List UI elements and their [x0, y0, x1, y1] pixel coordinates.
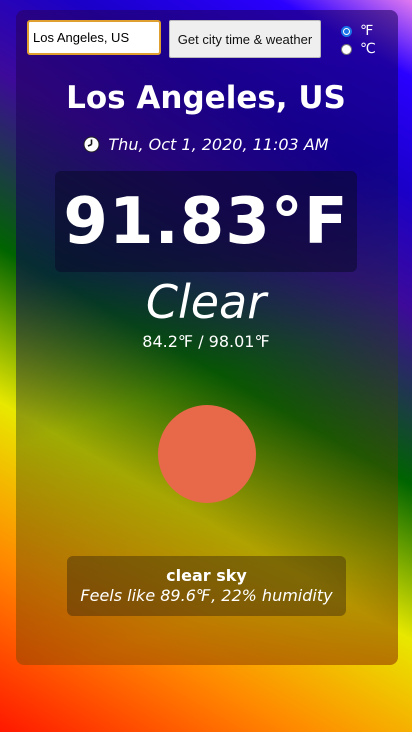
temperature-range: 84.2℉ / 98.01℉: [142, 332, 270, 351]
temperature-display: 91.83°F: [55, 171, 357, 272]
fahrenheit-label: ℉: [360, 23, 374, 39]
get-weather-button[interactable]: Get city time & weather: [169, 20, 321, 58]
unit-selector: ℉ ℃: [341, 22, 376, 58]
city-search-input[interactable]: [27, 20, 161, 55]
unit-option-fahrenheit[interactable]: ℉: [341, 22, 376, 40]
weather-details: Feels like 89.6℉, 22% humidity: [80, 586, 333, 605]
datetime-text: Thu, Oct 1, 2020, 11:03 AM: [108, 135, 329, 154]
unit-option-celsius[interactable]: ℃: [341, 40, 376, 58]
celsius-label: ℃: [360, 41, 376, 57]
weather-description: clear sky: [166, 566, 247, 585]
city-title: Los Angeles, US: [66, 80, 346, 116]
weather-condition: Clear: [145, 275, 267, 329]
clock-icon: [83, 136, 100, 153]
local-datetime: Thu, Oct 1, 2020, 11:03 AM: [0, 135, 412, 154]
weather-description-box: clear sky Feels like 89.6℉, 22% humidity: [67, 556, 346, 616]
fahrenheit-radio[interactable]: [341, 25, 352, 37]
sun-icon: [158, 405, 256, 503]
temperature-value: 91.83°F: [63, 184, 349, 259]
celsius-radio[interactable]: [341, 43, 352, 55]
